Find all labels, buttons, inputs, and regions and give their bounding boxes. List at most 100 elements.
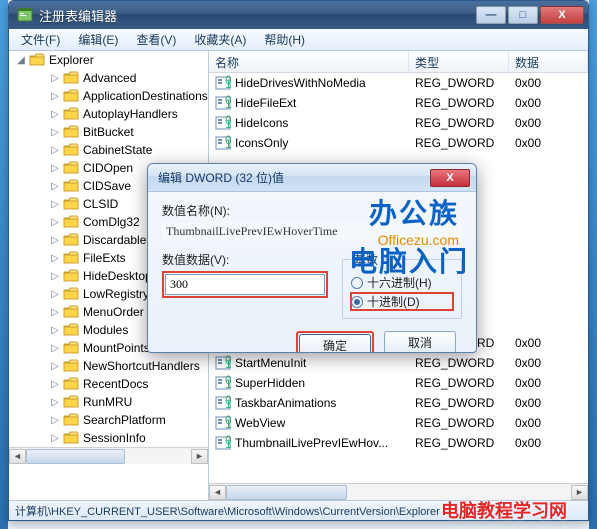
tree-item[interactable]: ▷BitBucket: [9, 123, 208, 141]
menu-file[interactable]: 文件(F): [13, 29, 68, 50]
radio-dec-label: 十进制(D): [367, 293, 420, 310]
svg-text:110: 110: [225, 397, 231, 411]
tree-item[interactable]: ▷RunMRU: [9, 393, 208, 411]
menu-edit[interactable]: 编辑(E): [70, 29, 126, 50]
tree-item[interactable]: ▷CabinetState: [9, 141, 208, 159]
list-header[interactable]: 名称 类型 数据: [209, 51, 588, 73]
list-row[interactable]: 011110StartMenuInitREG_DWORD0x00: [209, 353, 588, 373]
tree-hscroll[interactable]: ◄►: [9, 447, 208, 464]
dword-icon: 011110: [215, 415, 231, 431]
list-row[interactable]: 011110HideIconsREG_DWORD0x00: [209, 113, 588, 133]
tree-item-label: MountPoints2: [83, 341, 156, 355]
dialog-title: 编辑 DWORD (32 位)值: [158, 169, 430, 186]
value-data: 0x00: [509, 416, 588, 430]
expand-icon[interactable]: ▷: [49, 433, 61, 444]
expand-icon[interactable]: ▷: [49, 343, 61, 354]
dialog-close-button[interactable]: X: [430, 169, 470, 187]
expand-icon[interactable]: ▷: [49, 271, 61, 282]
expand-icon[interactable]: ▷: [49, 127, 61, 138]
scroll-left[interactable]: ◄: [209, 485, 226, 500]
col-name[interactable]: 名称: [209, 51, 409, 72]
ok-button[interactable]: 确定: [299, 334, 371, 353]
value-data-input[interactable]: [165, 274, 325, 295]
expand-icon[interactable]: ▷: [49, 217, 61, 228]
expand-icon[interactable]: ▷: [49, 415, 61, 426]
list-row[interactable]: 011110ThumbnailLivePrevIEwHov...REG_DWOR…: [209, 433, 588, 453]
col-type[interactable]: 类型: [409, 51, 509, 72]
scroll-track[interactable]: [26, 449, 191, 464]
col-data[interactable]: 数据: [509, 51, 588, 72]
tree-item[interactable]: ▷AutoplayHandlers: [9, 105, 208, 123]
list-hscroll[interactable]: ◄ ►: [209, 483, 588, 500]
minimize-button[interactable]: —: [476, 6, 506, 24]
expand-icon[interactable]: ▷: [49, 199, 61, 210]
titlebar[interactable]: 注册表编辑器 — □ X: [9, 1, 588, 29]
tree-item-label: SessionInfo: [83, 431, 146, 445]
expand-icon[interactable]: ▷: [49, 397, 61, 408]
scroll-thumb[interactable]: [226, 485, 347, 500]
tree-item[interactable]: ▷SearchPlatform: [9, 411, 208, 429]
folder-icon: [63, 179, 79, 193]
expand-icon[interactable]: ▷: [49, 325, 61, 336]
list-row[interactable]: 011110TaskbarAnimationsREG_DWORD0x00: [209, 393, 588, 413]
expand-icon[interactable]: ▷: [49, 163, 61, 174]
expand-icon[interactable]: ▷: [49, 235, 61, 246]
maximize-button[interactable]: □: [508, 6, 538, 24]
scroll-track[interactable]: [226, 485, 571, 500]
expand-icon[interactable]: ▷: [49, 253, 61, 264]
value-name-label: 数值名称(N):: [162, 202, 462, 219]
value-data: 0x00: [509, 116, 588, 130]
radio-dec[interactable]: [351, 296, 363, 308]
list-row[interactable]: 011110SuperHiddenREG_DWORD0x00: [209, 373, 588, 393]
folder-icon: [63, 161, 79, 175]
expand-icon[interactable]: ▷: [49, 181, 61, 192]
menu-favorites[interactable]: 收藏夹(A): [186, 29, 254, 50]
value-data: 0x00: [509, 436, 588, 450]
tree-item[interactable]: ▷NewShortcutHandlers: [9, 357, 208, 375]
expand-icon[interactable]: ▷: [49, 289, 61, 300]
expand-icon[interactable]: ▷: [49, 91, 61, 102]
dword-icon: 011110: [215, 375, 231, 391]
collapse-icon[interactable]: ◢: [15, 55, 27, 66]
radio-dec-row[interactable]: 十进制(D): [351, 293, 453, 310]
menu-help[interactable]: 帮助(H): [256, 29, 313, 50]
edit-dword-dialog: 编辑 DWORD (32 位)值 X 数值名称(N): ThumbnailLiv…: [147, 163, 477, 353]
scroll-right[interactable]: ►: [571, 485, 588, 500]
list-row[interactable]: 011110HideDrivesWithNoMediaREG_DWORD0x00: [209, 73, 588, 93]
tree-item[interactable]: ▷ApplicationDestinations: [9, 87, 208, 105]
expand-icon[interactable]: ▷: [49, 145, 61, 156]
dialog-titlebar[interactable]: 编辑 DWORD (32 位)值 X: [148, 164, 476, 192]
list-row[interactable]: 011110IconsOnlyREG_DWORD0x00: [209, 133, 588, 153]
dialog-body: 数值名称(N): ThumbnailLivePrevIEwHoverTime 数…: [148, 192, 476, 353]
expand-icon[interactable]: ▷: [49, 307, 61, 318]
base-fieldset: 基数 十六进制(H) 十进制(D): [342, 251, 462, 319]
tree-root[interactable]: ◢Explorer: [9, 51, 208, 69]
tree-item-label: CLSID: [83, 197, 118, 211]
expand-icon[interactable]: ▷: [49, 379, 61, 390]
tree-item[interactable]: ▷Advanced: [9, 69, 208, 87]
list-row[interactable]: 011110WebViewREG_DWORD0x00: [209, 413, 588, 433]
svg-text:110: 110: [225, 437, 231, 451]
value-data-highlight: [162, 271, 328, 298]
expand-icon[interactable]: ▷: [49, 109, 61, 120]
expand-icon[interactable]: ▷: [49, 73, 61, 84]
tree-item[interactable]: ▷ SessionInfo: [9, 429, 208, 447]
cancel-button[interactable]: 取消: [384, 331, 456, 353]
scroll-left[interactable]: ◄: [9, 449, 26, 464]
close-button[interactable]: X: [540, 6, 584, 24]
radio-hex[interactable]: [351, 277, 363, 289]
value-data: 0x00: [509, 396, 588, 410]
expand-icon[interactable]: ▷: [49, 361, 61, 372]
list-row[interactable]: 011110HideFileExtREG_DWORD0x00: [209, 93, 588, 113]
scroll-thumb[interactable]: [26, 449, 125, 464]
menu-view[interactable]: 查看(V): [128, 29, 184, 50]
tree-item-label: FileExts: [83, 251, 126, 265]
radio-hex-row[interactable]: 十六进制(H): [351, 274, 453, 291]
scroll-right[interactable]: ►: [191, 449, 208, 464]
value-type: REG_DWORD: [409, 116, 509, 130]
dword-icon: 011110: [215, 435, 231, 451]
svg-text:110: 110: [225, 77, 231, 91]
tree-item[interactable]: ▷RecentDocs: [9, 375, 208, 393]
folder-icon: [63, 359, 79, 373]
folder-icon: [63, 233, 79, 247]
